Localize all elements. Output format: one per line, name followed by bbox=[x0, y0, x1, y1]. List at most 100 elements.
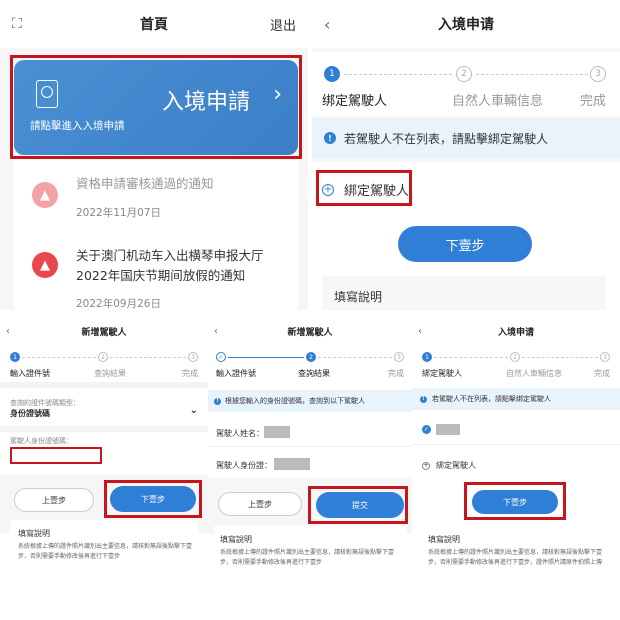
step-label: 完成 bbox=[580, 94, 607, 109]
driver-id-value bbox=[274, 458, 310, 470]
help-section: 填寫說明 系統根據上傳的證件照片識別出主要信息，請核對無誤後點擊下壹步，否則需要… bbox=[10, 520, 198, 580]
bell-icon: ▲ bbox=[32, 252, 58, 278]
help-section: 填寫說明 bbox=[322, 276, 606, 310]
info-icon: ! bbox=[214, 397, 221, 405]
help-section: 填寫說明 系統根據上傳的證件照片識別出主要信息，請核對無誤後點擊下壹步，否則需要… bbox=[214, 526, 406, 586]
step-label: 輸入證件號 bbox=[10, 369, 50, 378]
bind-driver-label: 綁定駕駛人 bbox=[436, 461, 476, 470]
highlight-box bbox=[104, 480, 202, 518]
page-title: 首頁 bbox=[140, 17, 168, 33]
stepper: ✓ 2 3 輸入證件號 查詢結果 完成 bbox=[208, 346, 412, 382]
check-circle-icon: ✓ bbox=[422, 425, 431, 434]
id-type-select[interactable]: 身份證號碼 ⌄ bbox=[10, 405, 198, 422]
step-dot: 2 bbox=[510, 352, 520, 362]
step-label: 自然人車輛信息 bbox=[506, 369, 562, 378]
step-label: 輸入證件號 bbox=[216, 369, 256, 378]
back-icon[interactable]: ‹ bbox=[418, 326, 422, 337]
driver-option[interactable]: ✓ bbox=[422, 422, 502, 438]
scan-icon[interactable]: ⛶ bbox=[12, 16, 22, 32]
id-type-label: 查詢的證件號碼類型： bbox=[10, 399, 80, 407]
driver-name-label: 駕駛人姓名： bbox=[216, 429, 264, 438]
highlight-box bbox=[464, 482, 566, 520]
info-banner: ! 根據您輸入的身份證號碼，查詢到以下駕駛人 bbox=[208, 390, 412, 412]
step-dot: 3 bbox=[188, 352, 198, 362]
prev-step-button[interactable]: 上壹步 bbox=[218, 492, 302, 516]
notice-item[interactable]: ▲ 关于澳门机动车入出横琴申报大厅2022年国庆节期间放假的通知 2022年09… bbox=[14, 230, 298, 310]
notice-date: 2022年09月26日 bbox=[76, 298, 161, 310]
page-title: 新增駕駛人 bbox=[287, 327, 333, 338]
page-title: 入境申请 bbox=[438, 17, 494, 33]
check-icon: ✓ bbox=[216, 352, 226, 362]
next-step-button[interactable]: 下壹步 bbox=[398, 226, 532, 262]
back-icon[interactable]: ‹ bbox=[6, 326, 10, 337]
step-dot: 3 bbox=[590, 66, 606, 82]
step-label: 綁定駕駛人 bbox=[422, 369, 462, 378]
bell-icon: ▲ bbox=[32, 182, 58, 208]
page-title: 入境申请 bbox=[497, 327, 534, 338]
id-type-value: 身份證號碼 bbox=[10, 409, 50, 418]
highlight-box bbox=[10, 447, 102, 464]
plus-circle-icon: + bbox=[422, 461, 430, 470]
add-driver-input-panel: ‹ 新增駕駛人 1 2 3 輸入證件號 查詢結果 完成 查詢的證件號碼類型： 身… bbox=[0, 318, 208, 620]
notice-date: 2022年11月07日 bbox=[76, 207, 161, 219]
step-dot: 3 bbox=[600, 352, 610, 362]
notice-title: 关于澳门机动车入出横琴申报大厅2022年国庆节期间放假的通知 bbox=[76, 248, 264, 283]
step-label: 完成 bbox=[388, 369, 404, 378]
prev-step-button[interactable]: 上壹步 bbox=[14, 488, 94, 512]
page-title: 新增駕駛人 bbox=[81, 327, 127, 338]
help-text: 系統根據上傳的證件照片識別出主要信息，請核對無誤後點擊下壹步，否則需要手動修改後… bbox=[220, 549, 395, 566]
help-title: 填寫說明 bbox=[334, 290, 383, 304]
driver-name-value bbox=[264, 426, 290, 438]
back-icon[interactable]: ‹ bbox=[214, 326, 218, 337]
help-title: 填寫說明 bbox=[18, 529, 50, 538]
info-icon: ! bbox=[324, 132, 336, 144]
info-text: 若駕駛人不在列表，請點擊綁定駕駛人 bbox=[344, 131, 549, 146]
logout-button[interactable]: 退出 bbox=[270, 15, 296, 34]
home-panel: ⛶ 首頁 退出 入境申請 › 請點擊進入入境申請 ▲ 資格申請審核通過的通知 2… bbox=[0, 0, 308, 310]
notice-title: 資格申請審核通過的通知 bbox=[76, 176, 214, 191]
help-title: 填寫說明 bbox=[428, 535, 460, 544]
step-label: 绑定駕駛人 bbox=[322, 94, 388, 109]
step-label: 完成 bbox=[182, 369, 198, 378]
header: ⛶ 首頁 退出 bbox=[0, 0, 308, 48]
step-label: 自然人車輛信息 bbox=[452, 94, 544, 109]
info-text: 若駕駛人不在列表，請點擊綁定駕駛人 bbox=[432, 395, 551, 403]
stepper: 1 2 3 綁定駕駛人 自然人車輛信息 完成 bbox=[412, 346, 620, 382]
step-dot: 1 bbox=[324, 66, 340, 82]
add-driver-result-panel: ‹ 新增駕駛人 ✓ 2 3 輸入證件號 查詢結果 完成 ! 根據您輸入的身份證號… bbox=[208, 318, 412, 620]
step-dot: 1 bbox=[10, 352, 20, 362]
header: ‹ 入境申请 bbox=[312, 0, 620, 48]
help-text: 系統根據上傳的證件照片識別出主要信息，請核對無誤後點擊下壹步，否則需要手動修改後… bbox=[18, 543, 193, 560]
bind-driver-button[interactable]: + 綁定駕駛人 bbox=[422, 460, 476, 471]
step-dot: 2 bbox=[456, 66, 472, 82]
header: ‹ 新增駕駛人 bbox=[208, 318, 412, 344]
step-dot: 2 bbox=[98, 352, 108, 362]
help-section: 填寫說明 系統根據上傳的證件照片識別出主要信息，請核對無誤後點擊下壹步，否則需要… bbox=[420, 526, 612, 596]
header: ‹ 入境申请 bbox=[412, 318, 620, 344]
header: ‹ 新增駕駛人 bbox=[0, 318, 208, 344]
driver-id-label: 駕駛人身份證： bbox=[216, 461, 272, 470]
id-number-label: 駕駛人身份證號碼： bbox=[10, 437, 73, 445]
help-text: 系統根據上傳的證件照片識別出主要信息，請核對無誤後點擊下壹步，否則需要手動修改後… bbox=[428, 549, 603, 566]
highlight-box bbox=[10, 55, 302, 159]
stepper: 1 2 3 绑定駕駛人 自然人車輛信息 完成 bbox=[312, 52, 620, 116]
highlight-box bbox=[308, 486, 408, 524]
step-label: 查詢結果 bbox=[94, 369, 126, 378]
step-label: 完成 bbox=[594, 369, 610, 378]
info-text: 根據您輸入的身份證號碼，查詢到以下駕駛人 bbox=[225, 397, 365, 405]
stepper: 1 2 3 輸入證件號 查詢結果 完成 bbox=[0, 346, 208, 382]
driver-name-value bbox=[436, 424, 460, 435]
help-title: 填寫說明 bbox=[220, 535, 252, 544]
back-icon[interactable]: ‹ bbox=[324, 15, 330, 34]
info-icon: ! bbox=[420, 395, 427, 403]
info-banner: ! 若駕駛人不在列表，請點擊綁定駕駛人 bbox=[412, 388, 620, 410]
info-banner: ! 若駕駛人不在列表，請點擊綁定駕駛人 bbox=[312, 118, 620, 158]
step-label: 查詢結果 bbox=[298, 369, 330, 378]
entry-application-bound-panel: ‹ 入境申请 1 2 3 綁定駕駛人 自然人車輛信息 完成 ! 若駕駛人不在列表… bbox=[412, 318, 620, 620]
chevron-down-icon: ⌄ bbox=[189, 405, 198, 416]
step-dot: 2 bbox=[306, 352, 316, 362]
highlight-box bbox=[316, 170, 412, 206]
entry-application-panel: ‹ 入境申请 1 2 3 绑定駕駛人 自然人車輛信息 完成 ! 若駕駛人不在列表… bbox=[312, 0, 620, 310]
step-dot: 3 bbox=[394, 352, 404, 362]
step-dot: 1 bbox=[422, 352, 432, 362]
